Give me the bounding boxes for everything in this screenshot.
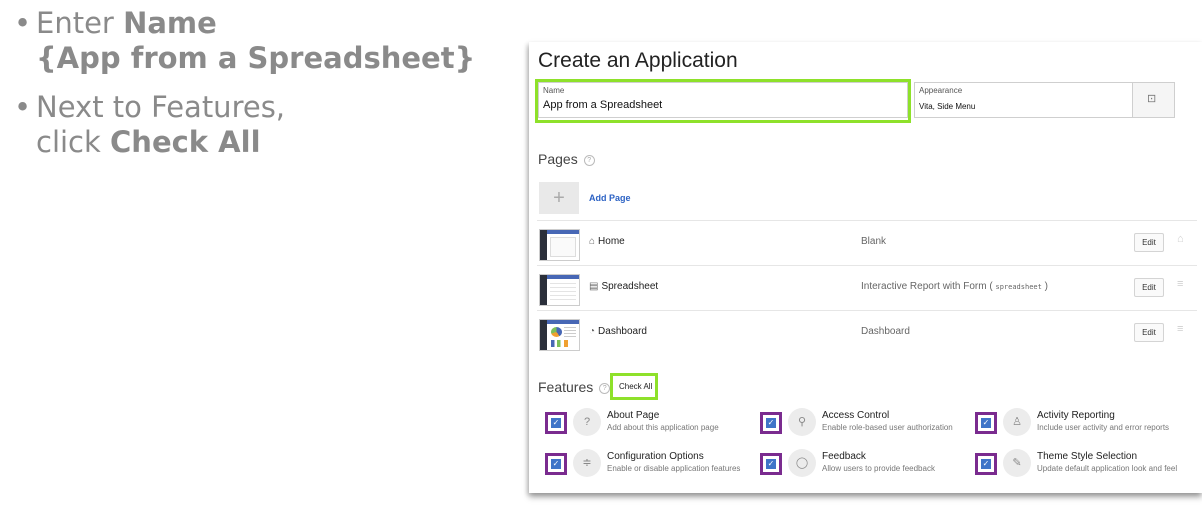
feature-theme-style-selection[interactable]: ✓ ✎ Theme Style Selection Update default… <box>975 449 1195 479</box>
bullet-icon: • <box>14 6 32 40</box>
feature-title: Access Control <box>822 410 890 421</box>
page-thumbnail <box>539 319 580 351</box>
page-name: ◔ Dashboard <box>589 326 647 337</box>
feature-activity-reporting[interactable]: ✓ ♙ Activity Reporting Include user acti… <box>975 408 1195 438</box>
feature-configuration-options[interactable]: ✓ ≑ Configuration Options Enable or disa… <box>545 449 755 479</box>
key-icon: ⚲ <box>788 408 816 436</box>
features-label: Features <box>538 379 594 395</box>
drag-handle-icon[interactable]: ≡ <box>1177 278 1183 290</box>
page-title: Create an Application <box>538 49 738 72</box>
page-name: ⌂ Home <box>589 236 625 247</box>
checkbox-checked-icon[interactable]: ✓ <box>766 418 776 428</box>
plus-icon[interactable]: + <box>539 182 579 214</box>
name-highlight <box>535 79 911 123</box>
feature-about-page[interactable]: ✓ ? About Page Add about this applicatio… <box>545 408 755 438</box>
appearance-value: Vita, Side Menu <box>919 102 976 111</box>
pages-heading: Pages? <box>538 151 595 167</box>
instruction-step-2: • Next to Features, click Check All <box>14 90 514 160</box>
instructions: • Enter Name {App from a Spreadsheet} • … <box>14 6 514 174</box>
step1-bold: Name <box>123 6 217 40</box>
check-all-button[interactable]: Check All <box>610 373 658 400</box>
checkbox-checked-icon[interactable]: ✓ <box>981 418 991 428</box>
speech-bubble-icon: ◯ <box>788 449 816 477</box>
page-name: ▤ Spreadsheet <box>589 281 659 292</box>
checkbox-checked-icon[interactable]: ✓ <box>551 459 561 469</box>
help-icon[interactable]: ? <box>583 154 595 166</box>
feature-title: Activity Reporting <box>1037 410 1115 421</box>
feature-desc: Allow users to provide feedback <box>822 464 935 473</box>
page-type: Interactive Report with Form ( spreadshe… <box>861 281 1048 292</box>
feature-desc: Include user activity and error reports <box>1037 423 1170 432</box>
step2-prefix: click <box>36 125 111 159</box>
feature-title: Feedback <box>822 451 866 462</box>
page-thumbnail <box>539 274 580 306</box>
feature-feedback[interactable]: ✓ ◯ Feedback Allow users to provide feed… <box>760 449 970 479</box>
checkbox-checked-icon[interactable]: ✓ <box>551 418 561 428</box>
page-row-home: ⌂ Home Blank Edit ⌂ <box>537 220 1197 266</box>
feature-desc: Enable or disable application features <box>607 464 741 473</box>
add-page-row[interactable]: + Add Page <box>539 182 1199 214</box>
bullet-icon: • <box>14 90 32 124</box>
edit-button[interactable]: Edit <box>1134 233 1164 252</box>
step2-bold: Check All <box>110 125 261 159</box>
edit-button[interactable]: Edit <box>1134 323 1164 342</box>
feature-desc: Add about this application page <box>607 423 719 432</box>
feature-title: About Page <box>607 410 660 421</box>
checkbox-checked-icon[interactable]: ✓ <box>981 459 991 469</box>
sliders-icon: ≑ <box>573 449 601 477</box>
page-row-spreadsheet: ▤ Spreadsheet Interactive Report with For… <box>537 265 1197 311</box>
checkbox-checked-icon[interactable]: ✓ <box>766 459 776 469</box>
checkbox-highlight[interactable]: ✓ <box>975 412 997 434</box>
feature-title: Configuration Options <box>607 451 704 462</box>
step1-bold-2: {App from a Spreadsheet} <box>36 41 476 75</box>
dashboard-icon: ◔ <box>589 326 596 337</box>
appearance-label: Appearance <box>919 86 963 95</box>
add-page-link[interactable]: Add Page <box>589 193 631 203</box>
check-all-label: Check All <box>619 382 653 391</box>
user-activity-icon: ♙ <box>1003 408 1031 436</box>
help-icon[interactable]: ? <box>599 382 611 394</box>
step1-prefix: Enter <box>36 6 124 40</box>
checkbox-highlight[interactable]: ✓ <box>975 453 997 475</box>
drag-handle-icon[interactable]: ≡ <box>1177 323 1183 335</box>
home-icon[interactable]: ⌂ <box>1177 233 1184 245</box>
pages-label: Pages <box>538 151 578 167</box>
brush-icon: ✎ <box>1003 449 1031 477</box>
grid-icon: ▤ <box>589 281 599 292</box>
checkbox-highlight[interactable]: ✓ <box>760 412 782 434</box>
appearance-picker-button[interactable]: ⊡ <box>1132 82 1175 118</box>
features-heading: Features? <box>538 379 611 395</box>
checkbox-highlight[interactable]: ✓ <box>545 453 567 475</box>
feature-desc: Enable role-based user authorization <box>822 423 953 432</box>
page-row-dashboard: ◔ Dashboard Dashboard Edit ≡ <box>537 310 1197 356</box>
feature-title: Theme Style Selection <box>1037 451 1138 462</box>
instruction-step-1: • Enter Name {App from a Spreadsheet} <box>14 6 514 76</box>
checkbox-highlight[interactable]: ✓ <box>760 453 782 475</box>
page-thumbnail <box>539 229 580 261</box>
page-type: Blank <box>861 236 887 247</box>
home-icon: ⌂ <box>589 236 596 247</box>
create-application-panel: Create an Application Name App from a Sp… <box>529 42 1202 493</box>
checkbox-highlight[interactable]: ✓ <box>545 412 567 434</box>
select-appearance-icon: ⊡ <box>1147 93 1157 105</box>
edit-button[interactable]: Edit <box>1134 278 1164 297</box>
step2-line1: Next to Features, <box>36 90 286 124</box>
feature-access-control[interactable]: ✓ ⚲ Access Control Enable role-based use… <box>760 408 970 438</box>
appearance-field[interactable]: Appearance Vita, Side Menu <box>914 82 1134 118</box>
feature-desc: Update default application look and feel <box>1037 464 1178 473</box>
page-type: Dashboard <box>861 326 910 337</box>
question-icon: ? <box>573 408 601 436</box>
